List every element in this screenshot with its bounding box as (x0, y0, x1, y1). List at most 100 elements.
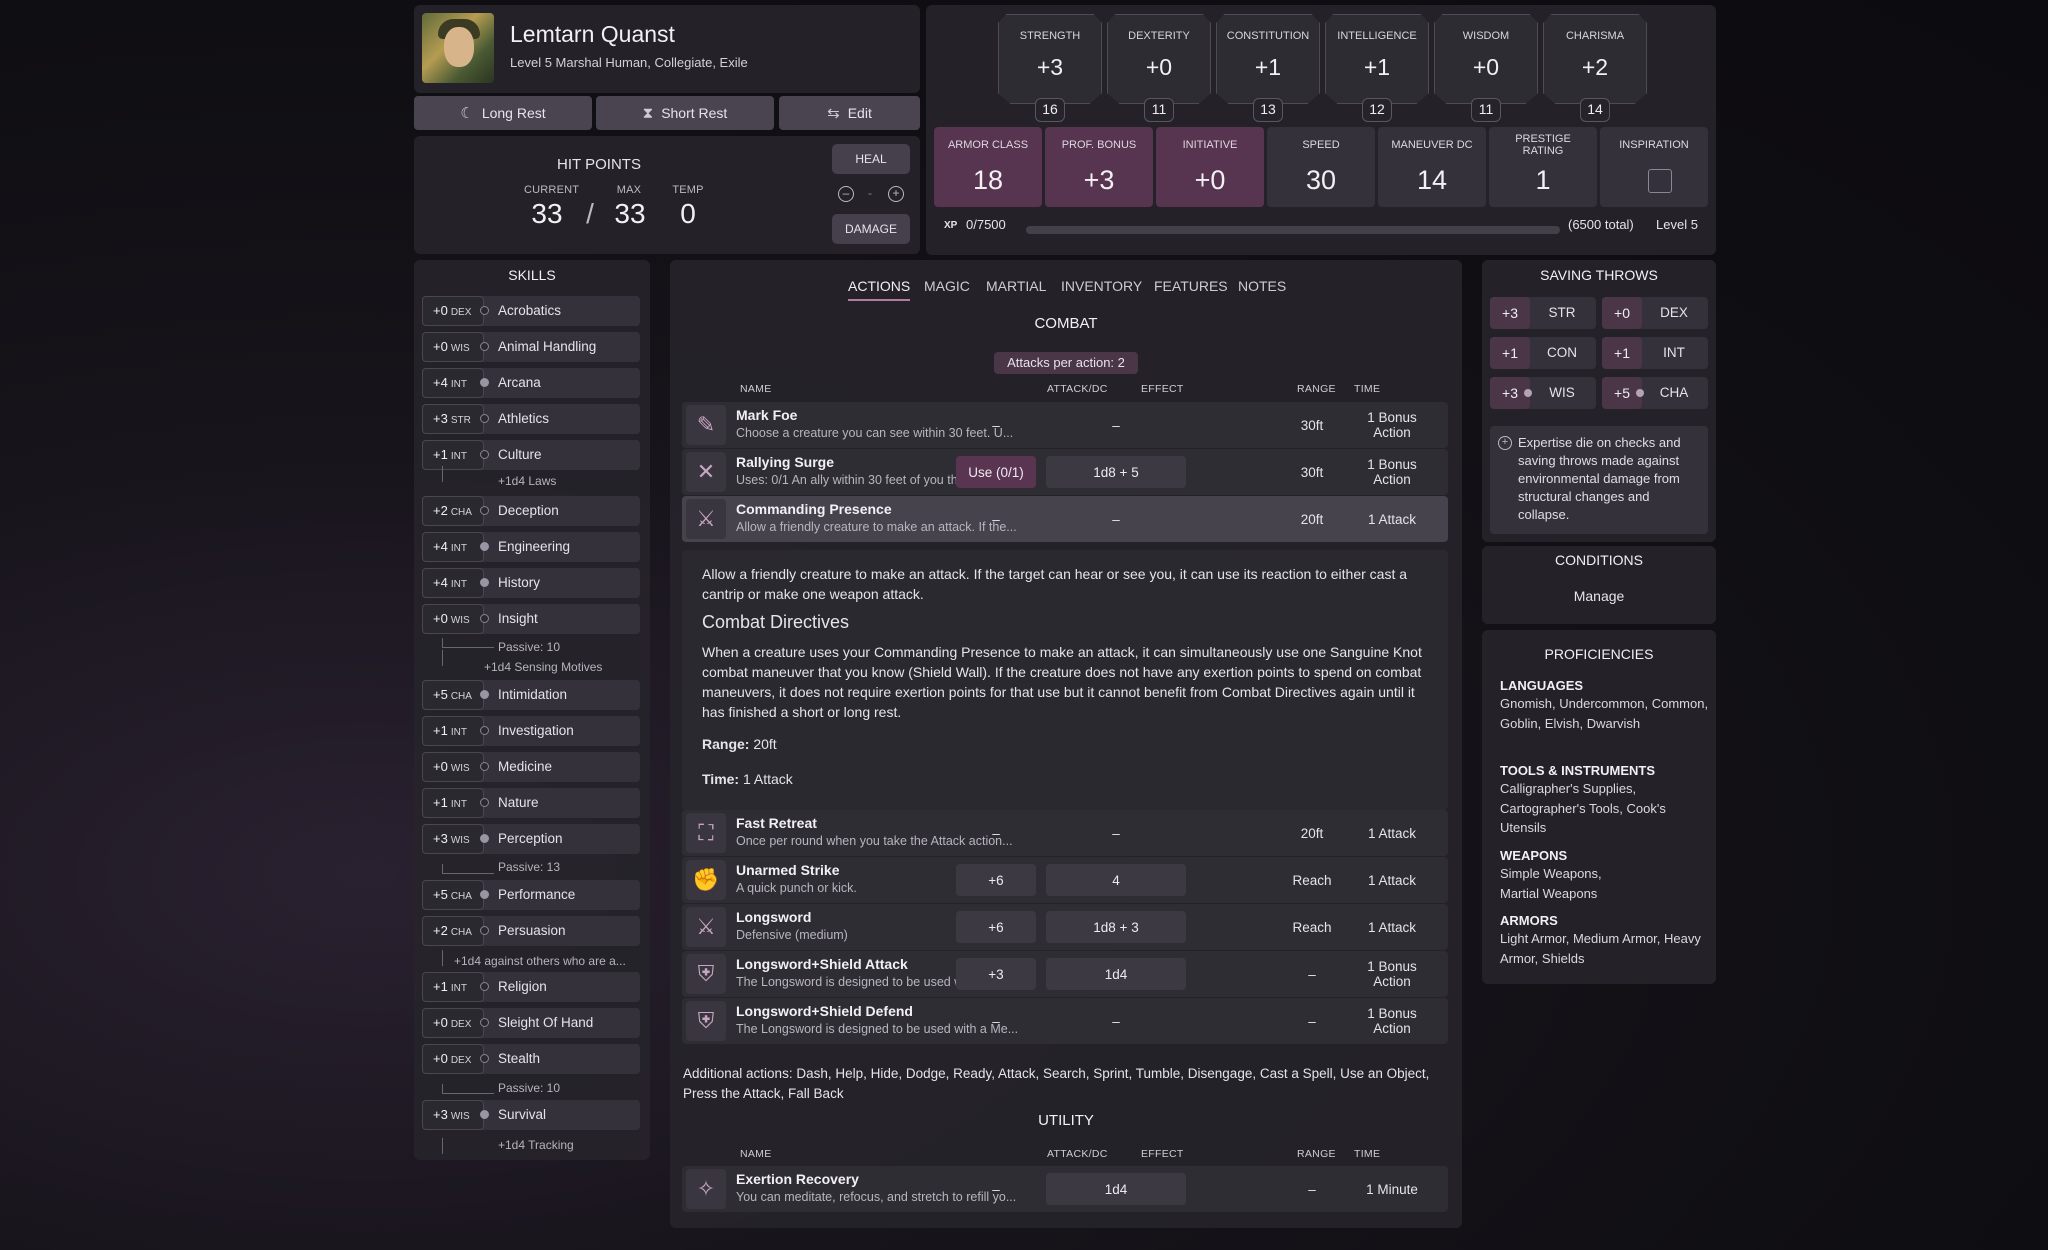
hp-temp[interactable]: 0 (670, 198, 706, 230)
time-cell: 1 Bonus Action (1367, 959, 1417, 989)
skill-religion[interactable]: +1 INT Religion (422, 972, 640, 1002)
skill-modifier: +2 CHA (422, 916, 484, 946)
skill-stealth[interactable]: +0 DEX Stealth (422, 1044, 640, 1074)
proficiency-dot (480, 506, 489, 515)
saving-throws-panel: SAVING THROWS +3 STR +0 DEX +1 CON +1 INT +3… (1482, 260, 1716, 542)
skill-arcana[interactable]: +4 INT Arcana (422, 368, 640, 398)
skill-medicine[interactable]: +0 WIS Medicine (422, 752, 640, 782)
ability-charisma[interactable]: CHARISMA +2 14 (1543, 14, 1647, 122)
action-detail: Allow a friendly creature to make an att… (682, 550, 1448, 810)
save-dex[interactable]: +0 DEX (1602, 297, 1708, 329)
tab-notes[interactable]: NOTES (1238, 278, 1286, 294)
combat-title: COMBAT (1034, 315, 1098, 332)
skill-deception[interactable]: +2 CHA Deception (422, 496, 640, 526)
save-wis[interactable]: +3 WIS (1490, 377, 1596, 409)
skill-modifier: +3 WIS (422, 824, 484, 854)
save-con[interactable]: +1 CON (1490, 337, 1596, 369)
tab-martial[interactable]: MARTIAL (986, 278, 1046, 294)
hp-adjust-value[interactable]: - (862, 186, 878, 200)
skill-name: Medicine (498, 759, 553, 774)
skill-note-stealth-passive: Passive: 10 (498, 1081, 561, 1095)
stat-inspiration: INSPIRATION (1600, 127, 1708, 207)
character-avatar[interactable] (422, 13, 494, 83)
ability-constitution[interactable]: CONSTITUTION +1 13 (1216, 14, 1320, 122)
stat-armor-class[interactable]: ARMOR CLASS 18 (934, 127, 1042, 207)
skill-persuasion[interactable]: +2 CHA Persuasion (422, 916, 640, 946)
skill-intimidation[interactable]: +5 CHA Intimidation (422, 680, 640, 710)
ability-dexterity[interactable]: DEXTERITY +0 11 (1107, 14, 1211, 122)
skill-sleight-of-hand[interactable]: +0 DEX Sleight Of Hand (422, 1008, 640, 1038)
character-name: Lemtarn Quanst (510, 21, 675, 47)
skill-modifier: +3 WIS (422, 1100, 484, 1130)
plus-circle-icon[interactable]: + (888, 186, 904, 202)
skill-name: History (498, 575, 541, 590)
character-subtitle: Level 5 Marshal Human, Collegiate, Exile (510, 55, 748, 70)
tab-features[interactable]: FEATURES (1154, 278, 1228, 294)
header-effect: EFFECT (1141, 383, 1184, 395)
range-cell: – (1308, 1181, 1316, 1197)
action-row-longsword[interactable]: ⚔ Longsword Defensive (medium) +6 1d8 + 3 Rea… (682, 904, 1448, 950)
stat-prestige-rating: PRESTIGE RATING 1 (1489, 127, 1597, 207)
skill-name: Intimidation (498, 687, 568, 702)
skill-investigation[interactable]: +1 INT Investigation (422, 716, 640, 746)
header-name: NAME (740, 383, 772, 395)
heal-button[interactable]: HEAL (832, 144, 910, 174)
action-row-longsword-shield-attack[interactable]: ⛨ Longsword+Shield Attack The Longsword is… (682, 951, 1448, 997)
skill-name: Animal Handling (498, 339, 597, 354)
hp-current[interactable]: 33 (524, 198, 570, 230)
ability-wisdom[interactable]: WISDOM +0 11 (1434, 14, 1538, 122)
action-row-fast-retreat[interactable]: ⛶ Fast Retreat Once per round when you tak… (682, 810, 1448, 856)
attack-cell: +6 (956, 911, 1036, 943)
short-rest-button[interactable]: ⧗ Short Rest (596, 96, 774, 130)
action-row-longsword-shield-defend[interactable]: ⛨ Longsword+Shield Defend The Longsword is… (682, 998, 1448, 1044)
tab-magic[interactable]: MAGIC (924, 278, 970, 294)
detail-directives: When a creature uses your Commanding Pre… (702, 644, 1422, 720)
skill-athletics[interactable]: +3 STR Athletics (422, 404, 640, 434)
action-row-rallying-surge[interactable]: ✕ Rallying Surge Uses: 0/1 An ally within … (682, 449, 1448, 495)
skill-animal-handling[interactable]: +0 WIS Animal Handling (422, 332, 640, 362)
save-cha[interactable]: +5 CHA (1602, 377, 1708, 409)
skill-performance[interactable]: +5 CHA Performance (422, 880, 640, 910)
edit-button[interactable]: ⇆ Edit (779, 96, 920, 130)
expertise-note: + Expertise die on checks and saving thr… (1490, 426, 1708, 534)
long-rest-button[interactable]: ☾ Long Rest (414, 96, 592, 130)
skill-perception[interactable]: +3 WIS Perception (422, 824, 640, 854)
proficiency-dot (480, 450, 489, 459)
action-row-unarmed-strike[interactable]: ✊ Unarmed Strike A quick punch or kick. +6 4… (682, 857, 1448, 903)
stat-initiative[interactable]: INITIATIVE +0 (1156, 127, 1264, 207)
action-row-mark-foe[interactable]: ✎ Mark Foe Choose a creature you can see w… (682, 402, 1448, 448)
skill-history[interactable]: +4 INT History (422, 568, 640, 598)
time-cell: 1 Attack (1367, 919, 1417, 935)
exertion-recovery-icon: ✧ (686, 1169, 726, 1209)
attack-cell[interactable]: Use (0/1) (956, 456, 1036, 488)
skill-acrobatics[interactable]: +0 DEX Acrobatics (422, 296, 640, 326)
skill-nature[interactable]: +1 INT Nature (422, 788, 640, 818)
skill-note-culture: +1d4 Laws (498, 474, 557, 488)
action-row-exertion-recovery[interactable]: ✧ Exertion Recovery You can meditate, refo… (682, 1166, 1448, 1212)
armors-heading: ARMORS (1500, 913, 1558, 928)
effect-cell: 1d8 + 3 (1046, 911, 1186, 943)
range-cell: 30ft (1300, 417, 1324, 433)
skill-survival[interactable]: +3 WIS Survival (422, 1100, 640, 1130)
damage-button[interactable]: DAMAGE (832, 214, 910, 244)
effect-cell: – (1112, 1013, 1120, 1029)
skill-engineering[interactable]: +4 INT Engineering (422, 532, 640, 562)
range-cell: 20ft (1300, 825, 1324, 841)
inspiration-checkbox[interactable] (1648, 169, 1672, 193)
skill-insight[interactable]: +0 WIS Insight (422, 604, 640, 634)
save-int[interactable]: +1 INT (1602, 337, 1708, 369)
manage-conditions-button[interactable]: Manage (1562, 588, 1636, 604)
effect-cell: 1d4 (1046, 1173, 1186, 1205)
ability-strength[interactable]: STRENGTH +3 16 (998, 14, 1102, 122)
attack-cell: – (992, 825, 1000, 841)
minus-circle-icon[interactable]: – (838, 186, 854, 202)
ability-intelligence[interactable]: INTELLIGENCE +1 12 (1325, 14, 1429, 122)
attack-cell: +3 (956, 958, 1036, 990)
save-str[interactable]: +3 STR (1490, 297, 1596, 329)
skill-name: Culture (498, 447, 542, 462)
tab-inventory[interactable]: INVENTORY (1061, 278, 1142, 294)
shield-defend-icon: ⛨ (686, 1001, 726, 1041)
action-row-commanding-presence[interactable]: ⚔ Commanding Presence Allow a friendly cre… (682, 496, 1448, 542)
skill-modifier: +2 CHA (422, 496, 484, 526)
tab-actions[interactable]: ACTIONS (848, 278, 911, 301)
